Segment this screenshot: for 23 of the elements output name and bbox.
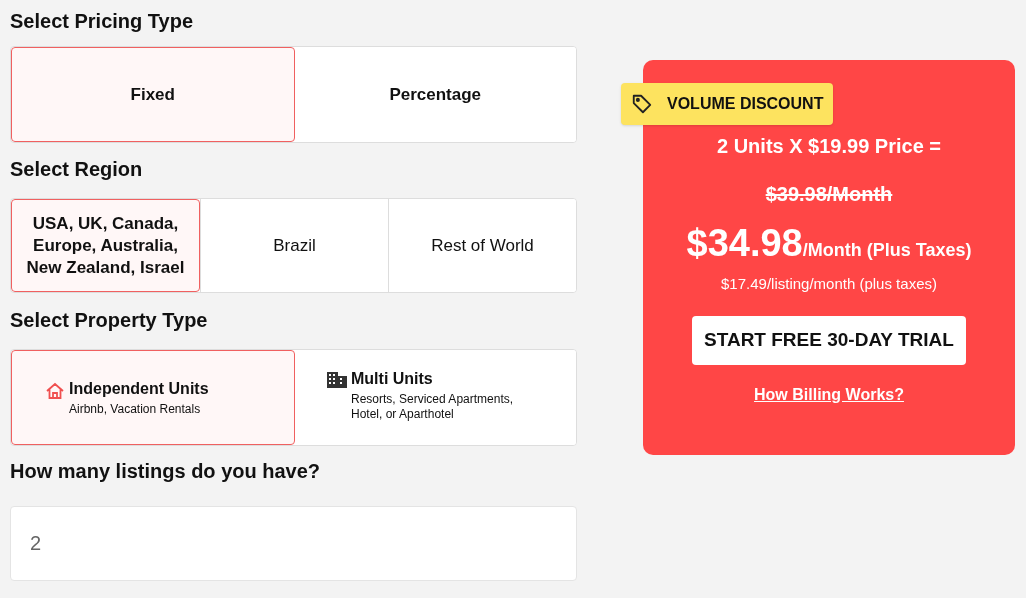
property-subtitle: Resorts, Serviced Apartments, Hotel, or Aparthotel bbox=[351, 391, 515, 422]
region-option[interactable]: Rest of World bbox=[388, 199, 576, 292]
trial-button[interactable]: START FREE 30-DAY TRIAL bbox=[692, 315, 966, 365]
property-option[interactable]: Independent Units Airbnb, Vacation Rentals bbox=[11, 350, 295, 445]
building-icon bbox=[327, 371, 347, 388]
section-heading: Select Region bbox=[10, 157, 144, 182]
listings-input[interactable]: 2 bbox=[10, 506, 577, 581]
price: $34.98 bbox=[686, 221, 803, 266]
house-icon bbox=[45, 382, 65, 400]
region-option[interactable]: USA, UK, Canada, Europe, Australia, New Zealand, Israel bbox=[11, 199, 200, 292]
price-suffix: /Month (Plus Taxes) bbox=[802, 240, 972, 262]
property-title: Multi Units bbox=[351, 368, 434, 389]
old-price: $39.98/Month bbox=[765, 182, 893, 207]
section-heading: Select Pricing Type bbox=[10, 9, 195, 34]
pricing-option[interactable]: Fixed bbox=[11, 47, 295, 142]
badge-text: VOLUME DISCOUNT bbox=[667, 94, 824, 114]
section-heading: How many listings do you have? bbox=[10, 459, 322, 484]
per-listing-price: $17.49/listing/month (plus taxes) bbox=[721, 274, 937, 294]
section-heading: Select Property Type bbox=[10, 308, 209, 333]
price-calculation: 2 Units X $19.99 Price = bbox=[717, 134, 941, 159]
tag-icon bbox=[631, 93, 653, 115]
property-title: Independent Units bbox=[69, 379, 209, 399]
property-subtitle: Airbnb, Vacation Rentals bbox=[69, 402, 202, 417]
